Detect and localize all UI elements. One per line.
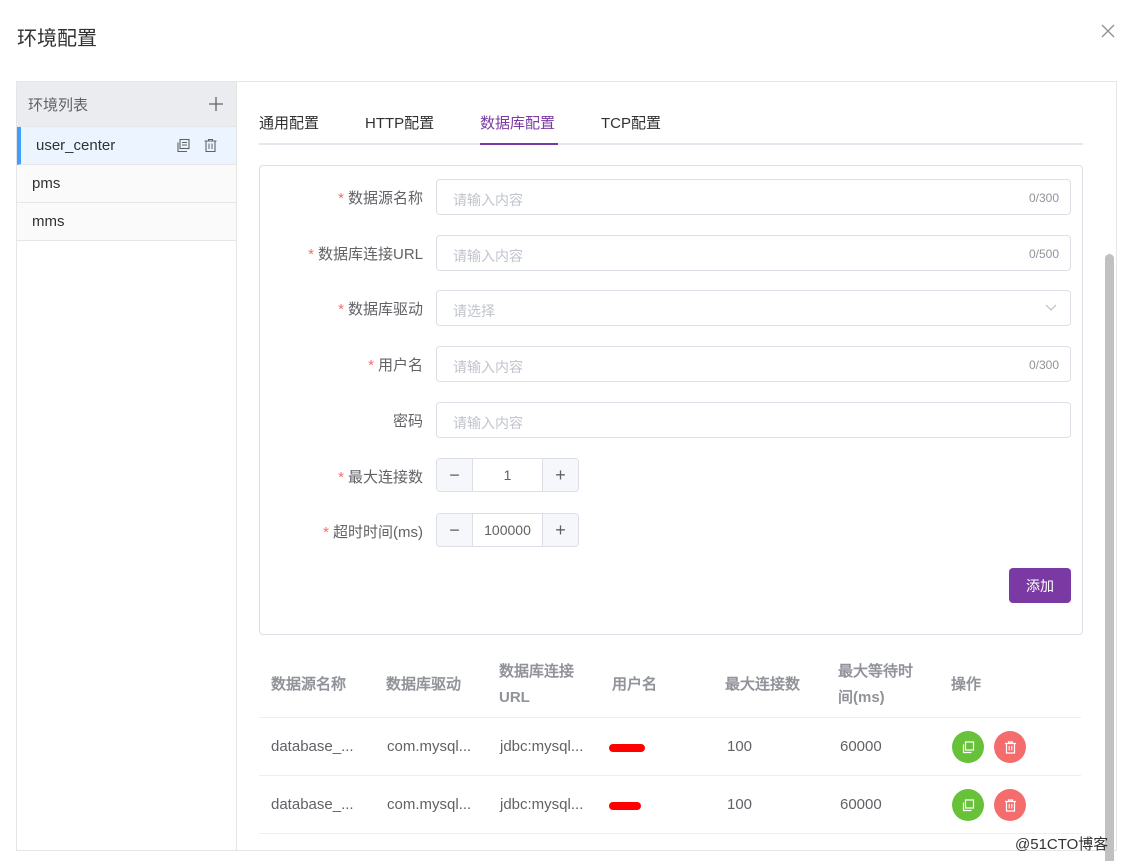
env-list-title: 环境列表 [28,96,89,114]
delete-icon [1004,740,1016,754]
placeholder: 请输入内容 [453,192,523,208]
table-row: database_... com.mysql... jdbc:mysql... … [259,776,1081,834]
env-item-pms[interactable]: pms [17,165,236,203]
cell-url: jdbc:mysql... [500,796,584,813]
cell-driver: com.mysql... [387,738,472,755]
delete-row-button[interactable] [994,731,1026,763]
cell-name: database_... [271,738,354,755]
datasource-table: 数据源名称 数据库驱动 数据库连接URL 用户名 最大连接数 最大等待时间(ms… [259,652,1081,834]
dialog-title: 环境配置 [17,28,97,50]
cell-max-connections: 100 [727,796,753,813]
tab-tcp[interactable]: TCP配置 [601,112,661,133]
cell-name: database_... [271,796,354,813]
db-config-form: * 数据源名称 请输入内容 0/300 * 数据库连接URL 请输入内容 0/500… [259,165,1083,635]
env-list-panel: 环境列表 user_center pms mms [17,82,237,850]
env-item-label: pms [32,175,61,192]
db-driver-select[interactable]: 请选择 [436,290,1071,326]
column-header: 数据库连接URL [499,663,575,706]
table-header: 数据源名称 数据库驱动 数据库连接URL 用户名 最大连接数 最大等待时间(ms… [259,652,1081,718]
char-counter: 0/300 [1028,358,1059,372]
table-row: database_... com.mysql... jdbc:mysql... … [259,718,1081,776]
char-counter: 0/300 [1028,191,1059,205]
delete-icon[interactable] [203,138,218,153]
column-header: 最大连接数 [725,676,801,693]
form-row-db-url: * 数据库连接URL 请输入内容 0/500 [260,235,1082,271]
username-input[interactable]: 请输入内容 0/300 [436,346,1071,382]
form-row-password: 密码 请输入内容 [260,402,1082,438]
column-header: 用户名 [612,676,658,693]
char-counter: 0/500 [1028,247,1059,261]
active-tab-indicator [480,143,558,145]
field-label: 密码 [392,413,423,430]
cell-url: jdbc:mysql... [500,738,584,755]
field-label: * 数据库连接URL [308,246,423,263]
cell-driver: com.mysql... [387,796,472,813]
add-button[interactable]: 添加 [1009,568,1071,603]
delete-row-button[interactable] [994,789,1026,821]
watermark: @51CTO博客 [1015,836,1109,853]
copy-icon[interactable] [176,138,191,153]
delete-icon [1004,798,1016,812]
column-header: 数据库驱动 [386,676,462,693]
env-item-mms[interactable]: mms [17,203,236,241]
form-row-db-driver: * 数据库驱动 请选择 [260,290,1082,326]
scrollbar-thumb[interactable] [1105,254,1114,861]
placeholder: 请输入内容 [453,248,523,264]
max-connections-stepper: − 1 + [436,458,579,492]
redacted-username [609,802,641,810]
env-item-label: mms [32,213,65,230]
increment-button[interactable]: + [542,459,578,491]
column-header: 操作 [951,676,982,693]
redacted-username [609,744,645,752]
config-tabs: 通用配置 HTTP配置 数据库配置 TCP配置 [259,110,1083,145]
tab-general[interactable]: 通用配置 [259,112,319,133]
scrollbar[interactable] [1103,164,1115,861]
placeholder: 请输入内容 [453,415,523,431]
copy-icon [962,740,974,753]
close-icon[interactable] [1099,22,1117,40]
cell-max-wait: 60000 [840,796,882,813]
placeholder: 请选择 [453,303,495,319]
increment-button[interactable]: + [542,514,578,546]
column-header: 最大等待时间(ms) [838,663,914,706]
copy-row-button[interactable] [952,789,984,821]
copy-icon [962,798,974,811]
datasource-name-input[interactable]: 请输入内容 0/300 [436,179,1071,215]
placeholder: 请输入内容 [453,359,523,375]
env-item-user-center[interactable]: user_center [17,127,236,165]
timeout-stepper: − 100000 + [436,513,579,547]
cell-max-wait: 60000 [840,738,882,755]
form-row-max-connections: * 最大连接数 − 1 + [260,458,1082,494]
field-label: * 超时时间(ms) [323,524,423,541]
field-label: * 数据库驱动 [338,301,423,318]
cell-max-connections: 100 [727,738,753,755]
env-item-label: user_center [36,137,116,154]
tab-http[interactable]: HTTP配置 [365,112,434,133]
form-row-username: * 用户名 请输入内容 0/300 [260,346,1082,382]
tab-database[interactable]: 数据库配置 [480,112,555,133]
plus-icon[interactable] [208,96,224,112]
column-header: 数据源名称 [271,676,347,693]
field-label: * 用户名 [368,357,423,374]
field-label: * 数据源名称 [338,190,423,207]
env-list-header: 环境列表 [17,82,236,127]
stepper-value[interactable]: 100000 [473,522,542,538]
password-input[interactable]: 请输入内容 [436,402,1071,438]
decrement-button[interactable]: − [437,459,473,491]
form-row-timeout: * 超时时间(ms) − 100000 + [260,513,1082,549]
stepper-value[interactable]: 1 [473,467,542,483]
db-url-input[interactable]: 请输入内容 0/500 [436,235,1071,271]
chevron-down-icon [1045,304,1057,311]
field-label: * 最大连接数 [338,469,423,486]
env-config-frame: 环境列表 user_center pms mms 通用配置 HTTP配置 数据库… [16,81,1117,861]
form-row-datasource-name: * 数据源名称 请输入内容 0/300 [260,179,1082,215]
copy-row-button[interactable] [952,731,984,763]
decrement-button[interactable]: − [437,514,473,546]
